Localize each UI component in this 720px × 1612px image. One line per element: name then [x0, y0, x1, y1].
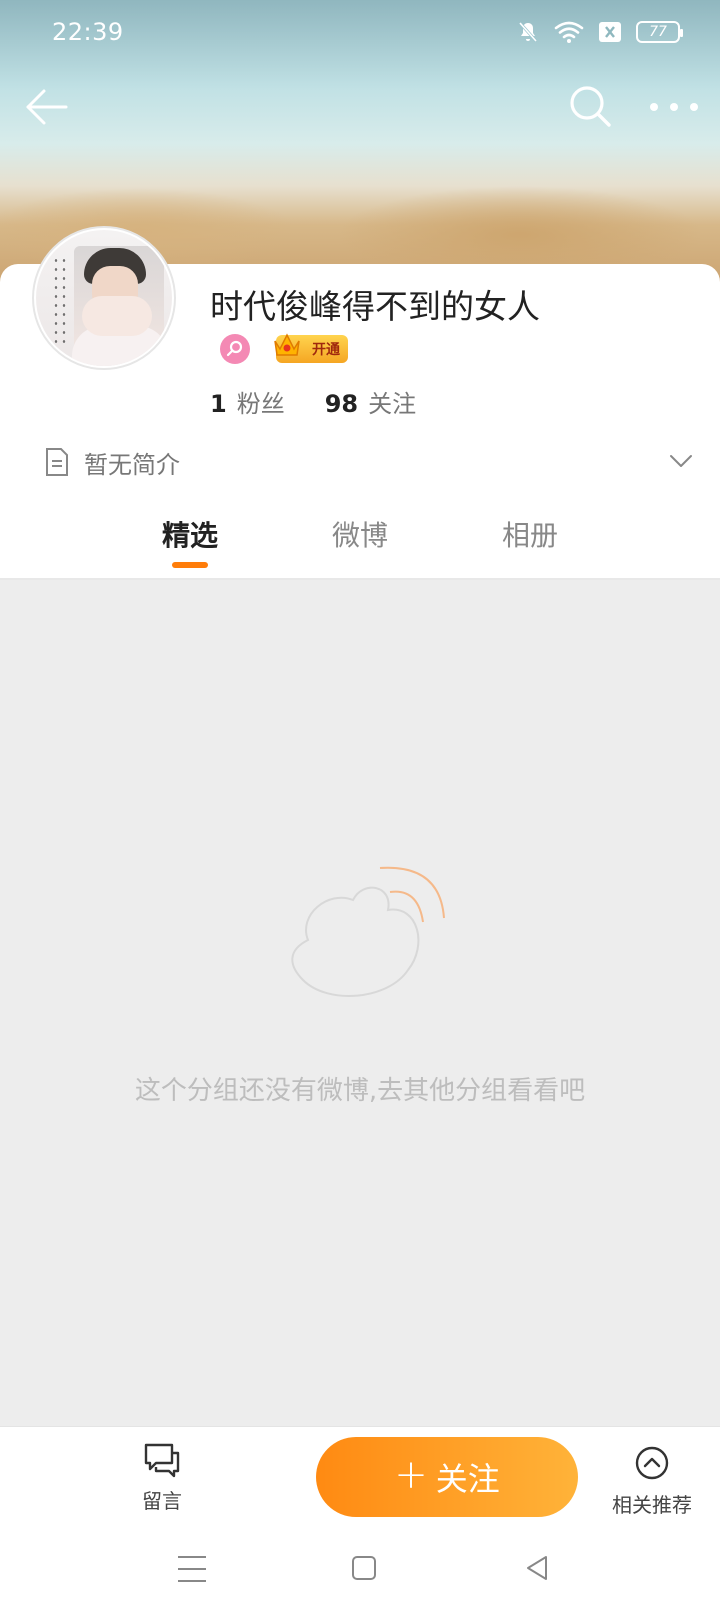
female-gender-icon [220, 334, 250, 364]
follow-label: 关注 [435, 1460, 500, 1498]
tab-divider [0, 578, 720, 580]
mute-bell-icon [518, 22, 538, 42]
weibo-logo-icon [291, 866, 445, 997]
chat-bubbles-icon [144, 1443, 180, 1478]
bio-row[interactable]: 暂无简介 [44, 442, 694, 482]
arrow-left-icon[interactable] [24, 84, 70, 130]
document-icon [46, 448, 68, 476]
follow-button[interactable]: + 关注 [316, 1437, 578, 1517]
recommend-label: 相关推荐 [612, 1493, 692, 1517]
following-label: 关注 [368, 390, 417, 418]
sim-icon [599, 22, 621, 42]
system-nav-bar [0, 1526, 720, 1612]
vip-open-label: 开通 [312, 342, 340, 358]
followers-count: 1 [210, 390, 227, 418]
tab-featured[interactable]: 精选 [162, 514, 218, 554]
bio-text: 暂无简介 [84, 450, 180, 479]
followers-stat[interactable]: 1 粉丝 [210, 384, 285, 419]
wifi-icon [554, 21, 584, 43]
back-triangle-icon[interactable] [524, 1554, 550, 1582]
tab-album[interactable]: 相册 [502, 514, 558, 554]
message-label: 留言 [142, 1489, 182, 1513]
crown-icon [274, 333, 300, 356]
bottom-action-bar: 留言 + 关注 相关推荐 [0, 1426, 720, 1526]
profile-username: 时代俊峰得不到的女人 [210, 287, 540, 326]
status-icons: 77 [516, 20, 683, 44]
tab-weibo[interactable]: 微博 [332, 514, 388, 554]
top-nav [0, 80, 720, 136]
status-bar: 22:39 77 [0, 0, 720, 64]
profile-tabs: 精选 微博 相册 [0, 500, 720, 578]
active-tab-indicator [172, 562, 208, 568]
following-stat[interactable]: 98 关注 [325, 384, 416, 419]
chevron-up-circle-icon [635, 1446, 669, 1480]
avatar[interactable] [32, 226, 176, 370]
status-time: 22:39 [52, 18, 124, 46]
battery-icon: 77 [636, 21, 683, 43]
plus-icon: + [394, 1452, 428, 1498]
battery-level: 77 [649, 24, 667, 40]
profile-stats: 1 粉丝 98 关注 [210, 384, 416, 419]
empty-state-message: 这个分组还没有微博,去其他分组看看吧 [134, 1076, 586, 1106]
following-count: 98 [324, 390, 359, 418]
message-button[interactable]: 留言 [130, 1441, 194, 1514]
profile-badges: 开通 [220, 333, 348, 364]
chevron-down-icon[interactable] [668, 448, 694, 474]
vip-open-badge[interactable]: 开通 [274, 333, 348, 363]
home-icon[interactable] [352, 1556, 376, 1580]
menu-icon[interactable] [178, 1556, 206, 1582]
more-dots-icon[interactable] [650, 90, 698, 124]
search-icon[interactable] [568, 84, 612, 128]
recommend-button[interactable]: 相关推荐 [594, 1445, 710, 1518]
followers-label: 粉丝 [236, 390, 285, 418]
